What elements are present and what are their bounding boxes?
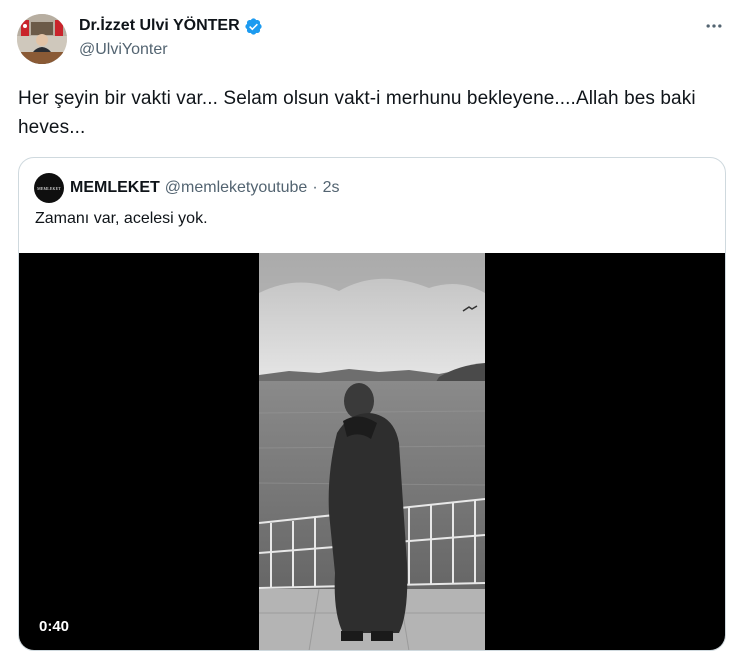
quoted-author-name[interactable]: MEMLEKET (70, 179, 160, 197)
author-display-name[interactable]: Dr.İzzet Ulvi YÖNTER (79, 17, 240, 35)
video-frame (259, 253, 485, 650)
quoted-timestamp[interactable]: 2s (323, 179, 340, 197)
video-player[interactable]: 0:40 (19, 253, 725, 650)
quoted-tweet-text: Zamanı var, acelesi yok. (35, 210, 208, 227)
quoted-tweet[interactable]: MEMLEKET MEMLEKET @memleketyoutube · 2s … (18, 157, 726, 651)
tweet: Dr.İzzet Ulvi YÖNTER @UlviYonter Her şey… (0, 0, 740, 665)
more-options-icon[interactable] (702, 14, 726, 38)
quoted-separator: · (312, 179, 318, 196)
quoted-author-avatar[interactable]: MEMLEKET (34, 173, 64, 203)
author-header: Dr.İzzet Ulvi YÖNTER @UlviYonter (79, 15, 263, 59)
verified-badge-icon (244, 17, 263, 36)
video-duration-badge: 0:40 (39, 618, 70, 635)
author-handle[interactable]: @UlviYonter (79, 41, 263, 59)
author-avatar[interactable] (17, 14, 67, 64)
quoted-avatar-logo-text: MEMLEKET (37, 185, 61, 191)
quoted-author-handle[interactable]: @memleketyoutube (165, 179, 308, 197)
quoted-tweet-header: MEMLEKET MEMLEKET @memleketyoutube · 2s (34, 173, 340, 203)
tweet-text: Her şeyin bir vakti var... Selam olsun v… (18, 88, 696, 138)
